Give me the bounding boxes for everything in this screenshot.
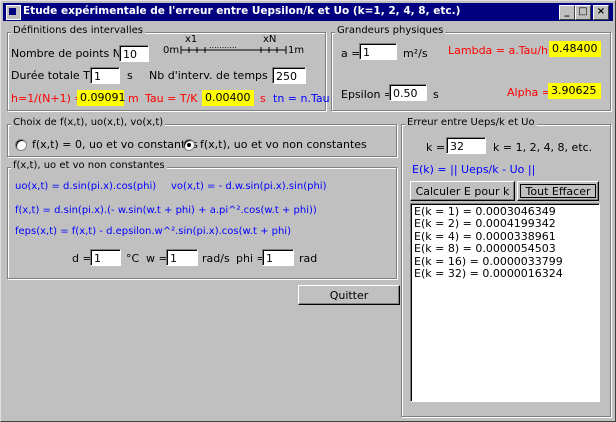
calc-e-button[interactable]: Calculer E pour k: [410, 181, 515, 201]
f-formula: f(x,t) = d.sin(pi.x).(- w.sin(w.t + phi)…: [15, 205, 317, 216]
alpha-value: 3.90625: [548, 83, 601, 99]
ek-formula: E(k) = || Ueps/k - Uo ||: [412, 163, 536, 176]
close-icon[interactable]: ×: [593, 5, 609, 20]
h-label: h=1/(N+1) =: [11, 92, 84, 105]
n-label: Nombre de points N =: [11, 47, 134, 60]
tau-label: Tau = T/K =: [145, 92, 211, 105]
erreur-group-title: Erreur entre Ueps/k et Uo: [405, 117, 537, 128]
k-hint: k = 1, 2, 4, 8, etc.: [493, 141, 593, 154]
physique-group-title: Grandeurs physiques: [335, 25, 446, 36]
lambda-value: 0.48400: [549, 41, 601, 57]
d-input[interactable]: 1: [90, 249, 121, 266]
maximize-icon[interactable]: □: [575, 5, 591, 20]
tau-value: 0.00400: [202, 90, 254, 106]
epsilon-input[interactable]: 0.50: [389, 84, 427, 101]
epsilon-unit: s: [433, 88, 439, 101]
title-bar: Etude expérimentale de l'erreur entre Ue…: [3, 3, 613, 21]
choix-group-title: Choix de f(x,t), uo(x,t), vo(x,t): [11, 117, 166, 128]
alpha-label: Alpha =: [507, 86, 551, 99]
axis-0m-label: 0m: [163, 45, 180, 56]
axis-1m-label: 1m: [288, 45, 305, 56]
list-item[interactable]: E(k = 2) = 0.0004199342: [414, 217, 596, 230]
d-unit: °C: [126, 252, 140, 265]
phi-unit: rad: [299, 252, 318, 265]
radio-nonconstant-option[interactable]: [183, 139, 195, 151]
lambda-label: Lambda = a.Tau/h² =: [448, 44, 566, 57]
tn-label: tn = n.Tau: [273, 92, 330, 105]
a-label: a =: [341, 47, 361, 60]
vo-formula: vo(x,t) = - d.w.sin(pi.x).sin(phi): [171, 181, 327, 192]
uo-formula: uo(x,t) = d.sin(pi.x).cos(phi): [15, 181, 157, 192]
tau-unit: s: [260, 92, 266, 105]
main-window: Etude expérimentale de l'erreur entre Ue…: [0, 0, 616, 422]
t-label: Durée totale T =: [11, 69, 103, 82]
window-title: Etude expérimentale de l'erreur entre Ue…: [23, 5, 461, 17]
feps-formula: feps(x,t) = f(x,t) - d.epsilon.w^².sin(p…: [15, 226, 291, 237]
h-unit: m: [128, 92, 139, 105]
axis-diagram: [180, 46, 287, 54]
quit-button[interactable]: Quitter: [298, 285, 400, 305]
clear-all-button[interactable]: Tout Effacer: [517, 181, 599, 201]
a-unit: m²/s: [403, 47, 428, 60]
minimize-icon[interactable]: _: [559, 5, 575, 20]
t-input[interactable]: 1: [90, 67, 120, 84]
intervals-group-title: Définitions des intervalles: [11, 25, 145, 36]
d-label: d =: [72, 252, 92, 265]
k-label: k =: [426, 141, 446, 154]
k-intervals-label: Nb d'interv. de temps K =: [149, 69, 292, 82]
h-value: 0.09091: [77, 90, 126, 106]
w-unit: rad/s: [202, 252, 230, 265]
radio-nonconstant-label[interactable]: f(x,t), uo et vo non constantes: [200, 138, 367, 151]
n-input[interactable]: 10: [119, 45, 149, 62]
k-input[interactable]: 32: [446, 137, 486, 154]
t-unit: s: [127, 69, 133, 82]
a-input[interactable]: 1: [359, 43, 397, 60]
radio-constant-label[interactable]: f(x,t) = 0, uo et vo constantes: [32, 138, 198, 151]
results-listbox[interactable]: E(k = 1) = 0.0003046349 E(k = 2) = 0.000…: [410, 203, 600, 402]
radio-constant-option[interactable]: [15, 139, 27, 151]
app-icon[interactable]: [6, 5, 21, 20]
epsilon-label: Epsilon =: [341, 88, 394, 101]
w-input[interactable]: 1: [166, 249, 198, 266]
list-item[interactable]: E(k = 32) = 0.0000016324: [414, 267, 596, 280]
list-item[interactable]: E(k = 8) = 0.0000054503: [414, 242, 596, 255]
w-label: w =: [146, 252, 168, 265]
phi-input[interactable]: 1: [262, 249, 294, 266]
k-intervals-input[interactable]: 250: [272, 67, 306, 84]
formules-group-title: f(x,t), uo et vo non constantes: [11, 160, 167, 171]
